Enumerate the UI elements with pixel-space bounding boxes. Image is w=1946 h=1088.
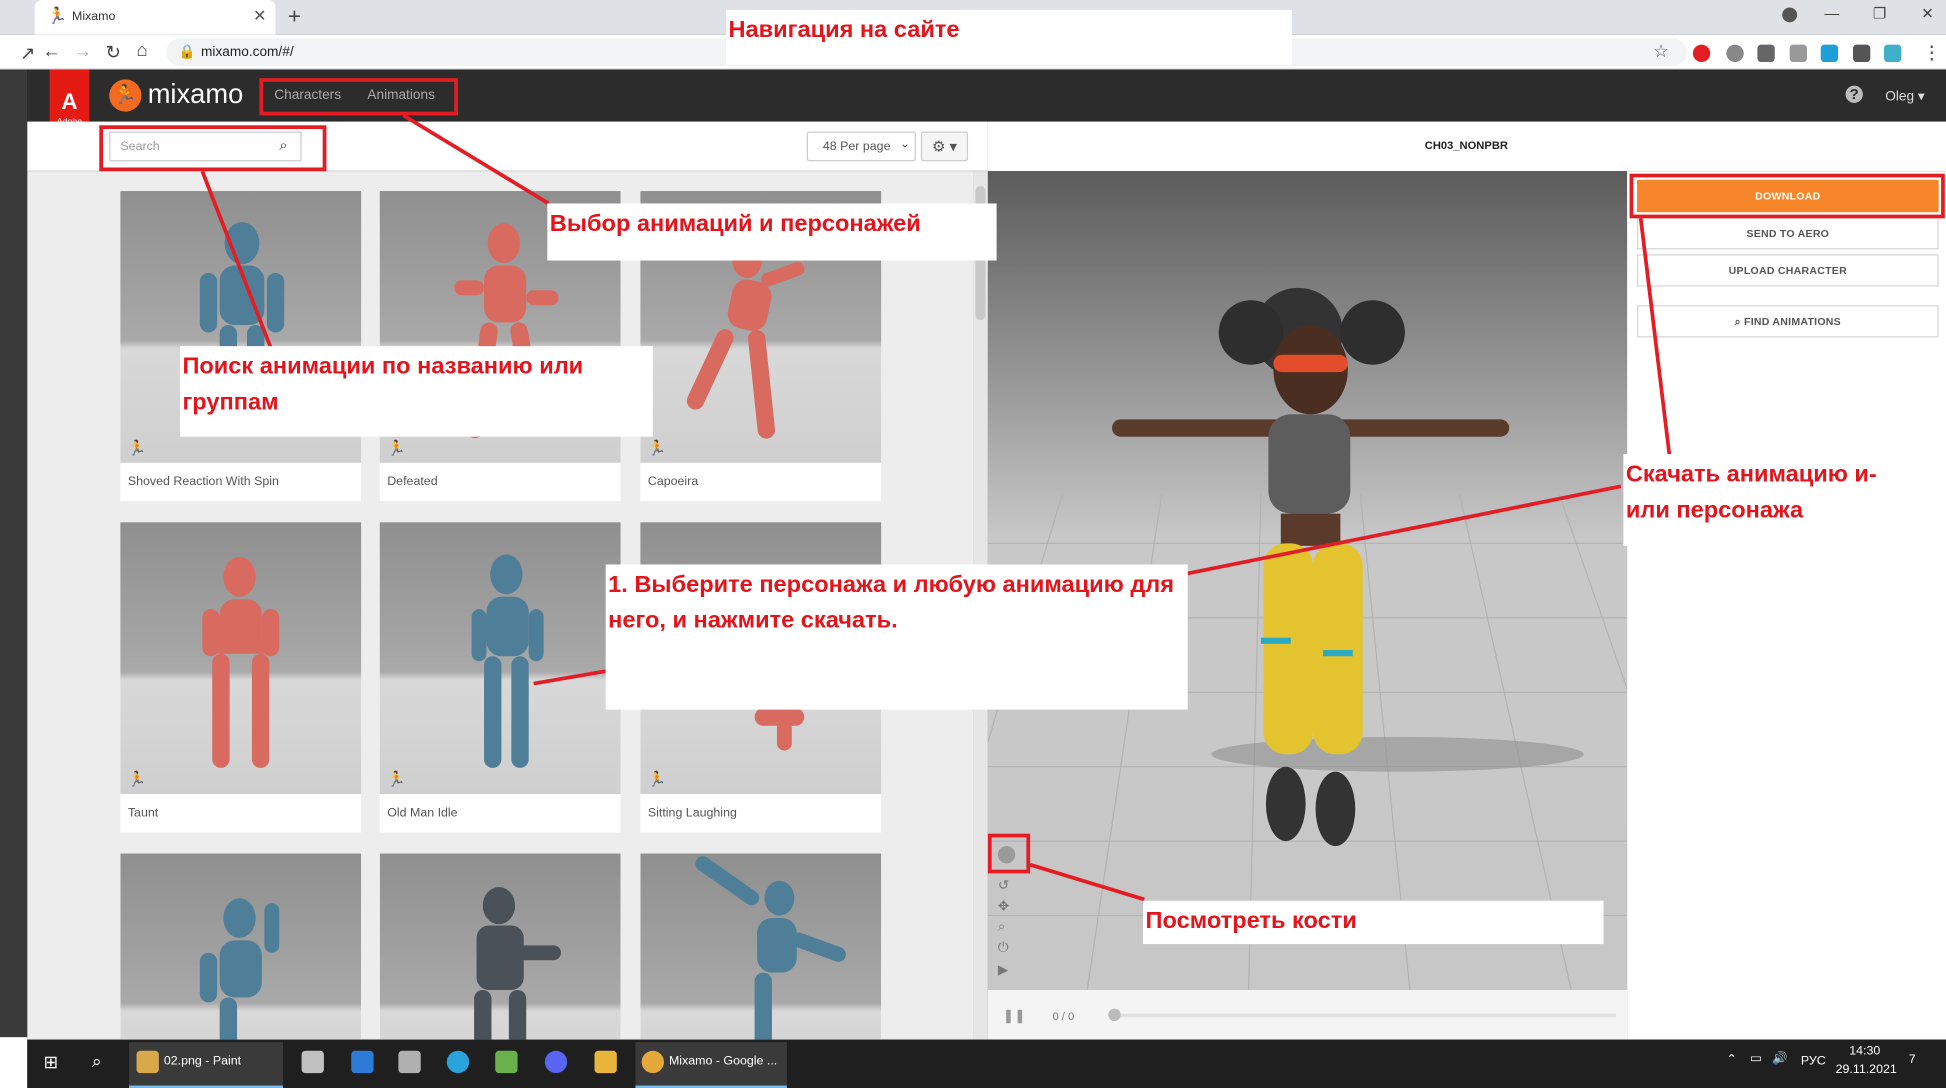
clock-time[interactable]: 14:30 [1849,1045,1880,1059]
annotation-bones: Посмотреть кости [1143,900,1604,945]
desktop-edge [0,1037,28,1088]
notepad-icon[interactable] [495,1050,518,1074]
paint-icon [136,1050,159,1074]
notification-badge[interactable]: 7 [1909,1053,1916,1067]
annotation-steps: 1. Выберите персонажа и любую анимацию д… [605,564,1188,710]
search-icon[interactable]: ⌕ [92,1051,102,1072]
clock-date[interactable]: 29.11.2021 [1836,1063,1897,1077]
taskbar-paint-label: 02.png - Paint [163,1054,242,1069]
annotation-selection: Выбор анимаций и персонажей [547,203,997,261]
annotation-search: Поиск анимации по названию или группам [179,346,653,437]
annotation-navigation: Навигация на сайте [726,9,1292,65]
annotation-download: Скачать анимацию и-или персонажа [1623,454,1899,546]
windows-start-icon[interactable]: ⊞ [43,1052,58,1073]
telegram-icon[interactable] [446,1050,470,1074]
taskbar-chrome-label: Mixamo - Google ... [668,1054,778,1069]
chrome-icon [641,1050,664,1074]
app-icon[interactable] [301,1050,324,1074]
folder-icon[interactable] [594,1050,617,1074]
language-indicator[interactable]: РУС [1801,1055,1826,1069]
tray-chevron-icon[interactable]: ⌃ [1726,1053,1736,1067]
calculator-icon[interactable] [398,1050,421,1074]
discord-icon[interactable] [544,1050,568,1074]
volume-icon[interactable]: 🔊 [1772,1052,1787,1066]
network-icon[interactable]: ▭ [1750,1052,1762,1066]
app-icon[interactable] [351,1050,374,1074]
